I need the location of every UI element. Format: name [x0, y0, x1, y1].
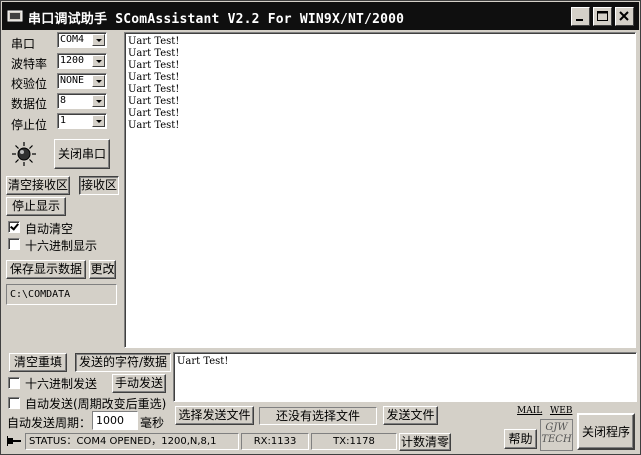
auto-send-checkbox[interactable] [8, 397, 20, 409]
reset-count-button[interactable]: 计数清零 [399, 433, 451, 451]
databits-label: 数据位 [11, 97, 48, 111]
auto-send-label: 自动发送(周期改变后重选) [25, 397, 167, 411]
mail-link[interactable]: MAIL [517, 406, 542, 416]
hex-display-checkbox[interactable] [8, 238, 20, 250]
auto-clear-label: 自动清空 [25, 222, 74, 236]
receive-area[interactable]: Uart Test! Uart Test! Uart Test! Uart Te… [124, 32, 636, 348]
minimize-button[interactable] [571, 7, 590, 26]
receive-line: Uart Test! [128, 60, 180, 71]
chevron-down-icon[interactable] [92, 115, 105, 127]
app-window: 串口调试助手 SComAssistant V2.2 For WIN9X/NT/2… [0, 0, 641, 455]
period-input[interactable]: 1000 [92, 411, 138, 430]
receive-line: Uart Test! [128, 48, 180, 59]
status-text: STATUS：COM4 OPENED，1200,N,8,1 [25, 433, 239, 450]
port-indicator-icon [11, 141, 37, 170]
connector-icon [6, 435, 22, 450]
hex-display-label: 十六进制显示 [25, 239, 98, 253]
app-icon [7, 8, 23, 24]
chevron-down-icon[interactable] [92, 95, 105, 107]
change-path-button[interactable]: 更改 [89, 260, 116, 279]
period-label: 自动发送周期： [7, 416, 92, 430]
parity-select[interactable]: NONE [57, 73, 107, 89]
send-text: Uart Test! [177, 356, 229, 367]
web-link[interactable]: WEB [550, 406, 572, 416]
auto-clear-checkbox[interactable] [8, 221, 20, 233]
save-path-field[interactable]: C:\COMDATA [6, 284, 117, 305]
receive-line: Uart Test! [128, 72, 180, 83]
chevron-down-icon[interactable] [92, 34, 105, 46]
close-button[interactable] [615, 7, 634, 26]
manual-send-button[interactable]: 手动发送 [112, 374, 166, 393]
rx-counter: RX:1133 [241, 433, 309, 450]
minimize-icon [576, 19, 583, 21]
gjw-logo: GJW TECH [540, 419, 573, 451]
period-unit: 毫秒 [140, 416, 165, 430]
close-icon [619, 11, 629, 21]
chevron-down-icon[interactable] [92, 55, 105, 67]
tx-counter: TX:1178 [311, 433, 397, 450]
receive-line: Uart Test! [128, 36, 180, 47]
send-input[interactable]: Uart Test! [173, 352, 637, 402]
window-title: 串口调试助手 SComAssistant V2.2 For WIN9X/NT/2… [28, 12, 405, 27]
baud-select[interactable]: 1200 [57, 53, 107, 69]
title-bar[interactable]: 串口调试助手 SComAssistant V2.2 For WIN9X/NT/2… [2, 2, 639, 30]
close-port-button[interactable]: 关闭串口 [54, 139, 110, 169]
help-button[interactable]: 帮助 [504, 429, 537, 449]
port-label: 串口 [11, 37, 36, 51]
file-status: 还没有选择文件 [259, 407, 377, 425]
databits-select[interactable]: 8 [57, 93, 107, 109]
send-file-button[interactable]: 发送文件 [383, 406, 438, 425]
select-file-button[interactable]: 选择发送文件 [175, 406, 254, 425]
receive-line: Uart Test! [128, 108, 180, 119]
hex-send-label: 十六进制发送 [25, 377, 98, 391]
hex-send-checkbox[interactable] [8, 377, 20, 389]
receive-line: Uart Test! [128, 84, 180, 95]
receive-area-label: 接收区 [79, 176, 119, 195]
stopbits-select[interactable]: 1 [57, 113, 107, 129]
save-display-button[interactable]: 保存显示数据 [6, 260, 86, 279]
receive-line: Uart Test! [128, 120, 180, 131]
send-area-label: 发送的字符/数据 [75, 353, 171, 372]
port-select[interactable]: COM4 [57, 32, 107, 48]
clear-send-button[interactable]: 清空重填 [9, 353, 67, 372]
chevron-down-icon[interactable] [92, 75, 105, 87]
stop-display-button[interactable]: 停止显示 [6, 197, 66, 216]
receive-line: Uart Test! [128, 96, 180, 107]
clear-receive-button[interactable]: 清空接收区 [6, 176, 70, 195]
stopbits-label: 停止位 [11, 118, 48, 132]
maximize-button[interactable] [593, 7, 612, 26]
exit-button[interactable]: 关闭程序 [577, 413, 635, 450]
parity-label: 校验位 [11, 77, 48, 91]
maximize-icon [597, 11, 608, 21]
baud-label: 波特率 [11, 57, 48, 71]
